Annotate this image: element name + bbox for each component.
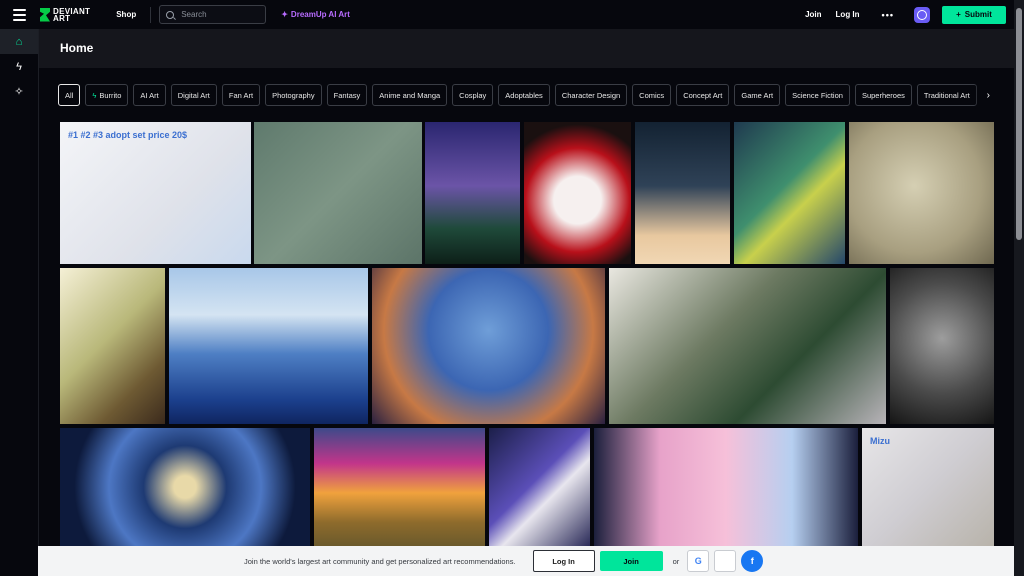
sidebar-item-dreamup[interactable]: ✧	[0, 79, 38, 104]
chip-label: Game Art	[741, 90, 774, 100]
page-title: Home	[60, 41, 94, 55]
character-sheet-art[interactable]: Mizu	[862, 428, 994, 546]
menu-icon[interactable]	[13, 8, 26, 21]
join-button[interactable]: Join	[599, 551, 663, 571]
chip-cosplay[interactable]: Cosplay	[452, 84, 494, 106]
forest-lake-art[interactable]	[425, 122, 520, 264]
chip-fan-art[interactable]: Fan Art	[221, 84, 261, 106]
cloud-girl-art[interactable]	[635, 122, 730, 264]
artwork-caption: #1 #2 #3 adopt set price 20$	[68, 130, 188, 140]
ocean-waves-art[interactable]	[169, 268, 368, 424]
chip-traditional-art[interactable]: Traditional Art	[916, 84, 977, 106]
roses-girl-art[interactable]	[524, 122, 631, 264]
blue-face-art[interactable]	[372, 268, 605, 424]
chip-game-art[interactable]: Game Art	[734, 84, 781, 106]
shop-link[interactable]: Shop	[116, 10, 136, 19]
logo-line2: ART	[53, 13, 71, 23]
left-sidebar: ⌂ ϟ ✧	[0, 29, 39, 576]
home-icon: ⌂	[15, 35, 23, 48]
deviantart-logo[interactable]: DEVIANT ART	[40, 7, 90, 23]
sidebar-item-home[interactable]: ⌂	[0, 29, 38, 54]
chip-character-design[interactable]: Character Design	[554, 84, 628, 106]
submit-label: Submit	[964, 10, 992, 19]
sparkle-icon: ✦	[281, 10, 288, 19]
dreamup-avatar-icon[interactable]	[914, 6, 930, 23]
chip-label: Anime and Manga	[379, 90, 441, 100]
or-label: or	[672, 556, 680, 566]
join-link[interactable]: Join	[805, 10, 821, 19]
chip-label: Cosplay	[459, 90, 487, 100]
chevron-right-icon[interactable]: ›	[974, 84, 990, 106]
scrollbar-thumb[interactable]	[1016, 8, 1022, 240]
chip-label: Adoptables	[505, 90, 543, 100]
chip-label: Fan Art	[228, 90, 254, 100]
chip-label: Fantasy	[333, 90, 361, 100]
logo-icon	[40, 7, 50, 22]
bolt-icon: ϟ	[16, 60, 22, 73]
chip-digital-art[interactable]: Digital Art	[170, 84, 217, 106]
sunset-painting-art[interactable]	[314, 428, 485, 546]
dreamup-link[interactable]: ✦ DreamUp AI Art	[281, 10, 350, 19]
portrait-bw-photo[interactable]	[890, 268, 994, 424]
bolt-icon: ϟ	[92, 90, 97, 100]
login-button[interactable]: Log In	[532, 550, 595, 572]
chip-comics[interactable]: Comics	[632, 84, 672, 106]
adopt-set-art[interactable]: #1 #2 #3 adopt set price 20$	[60, 122, 251, 264]
chip-concept-art[interactable]: Concept Art	[676, 84, 730, 106]
chip-label: Concept Art	[683, 90, 723, 100]
more-options-icon[interactable]: •••	[882, 10, 894, 20]
chip-all[interactable]: All	[58, 84, 81, 106]
chip-label: Traditional Art	[923, 90, 970, 100]
lizard-warrior-art[interactable]	[734, 122, 845, 264]
chip-ai-art[interactable]: AI Art	[133, 84, 166, 106]
chip-anime-and-manga[interactable]: Anime and Manga	[372, 84, 448, 106]
raven-art[interactable]	[489, 428, 590, 546]
chip-superheroes[interactable]: Superheroes	[854, 84, 912, 106]
sidebar-item-watch[interactable]: ϟ	[0, 54, 38, 79]
chip-label: Character Design	[561, 90, 621, 100]
chip-label: Digital Art	[177, 90, 210, 100]
chip-label: AI Art	[140, 90, 159, 100]
chip-label: Burrito	[99, 90, 122, 100]
chip-label: All	[65, 90, 74, 100]
scrollbar[interactable]	[1014, 0, 1024, 576]
chip-label: Science Fiction	[792, 90, 843, 100]
polar-bear-art[interactable]	[849, 122, 994, 264]
fairy-deer-art[interactable]	[254, 122, 422, 264]
chip-label: Photography	[272, 90, 315, 100]
search-box[interactable]	[159, 5, 267, 24]
facebook-icon[interactable]: f	[741, 550, 764, 572]
page-header: Home	[39, 29, 1014, 68]
plus-icon: +	[956, 10, 961, 19]
chip-label: Superheroes	[861, 90, 905, 100]
chip-burrito[interactable]: ϟ Burrito	[85, 84, 129, 106]
login-link[interactable]: Log In	[836, 10, 860, 19]
google-icon[interactable]: G	[687, 550, 710, 572]
chip-fantasy[interactable]: Fantasy	[326, 84, 368, 106]
chip-label: Comics	[639, 90, 665, 100]
category-chips: All ϟ Burrito AI Art Digital Art Fan Art Photo…	[58, 84, 988, 106]
dress-designs-art[interactable]	[594, 428, 858, 546]
search-icon	[166, 10, 175, 19]
artwork-caption: Mizu	[870, 436, 890, 446]
apple-icon[interactable]	[714, 550, 737, 572]
dreamup-label: DreamUp AI Art	[290, 10, 350, 19]
cosplay-selfie-photo[interactable]	[609, 268, 886, 424]
chip-photography[interactable]: Photography	[265, 84, 322, 106]
search-input[interactable]	[179, 9, 264, 20]
fractal-art[interactable]	[60, 428, 310, 546]
chip-science-fiction[interactable]: Science Fiction	[785, 84, 850, 106]
window-girl-art[interactable]	[60, 268, 165, 424]
signup-message: Join the world's largest art community a…	[244, 556, 516, 566]
dreamup-icon: ✧	[14, 86, 24, 98]
submit-button[interactable]: + Submit	[942, 5, 1006, 24]
signup-banner: Join the world's largest art community a…	[38, 546, 1014, 576]
divider	[150, 6, 152, 23]
top-navigation: DEVIANT ART Shop ✦ DreamUp AI Art Join L…	[0, 0, 1014, 29]
chip-adoptables[interactable]: Adoptables	[498, 84, 550, 106]
